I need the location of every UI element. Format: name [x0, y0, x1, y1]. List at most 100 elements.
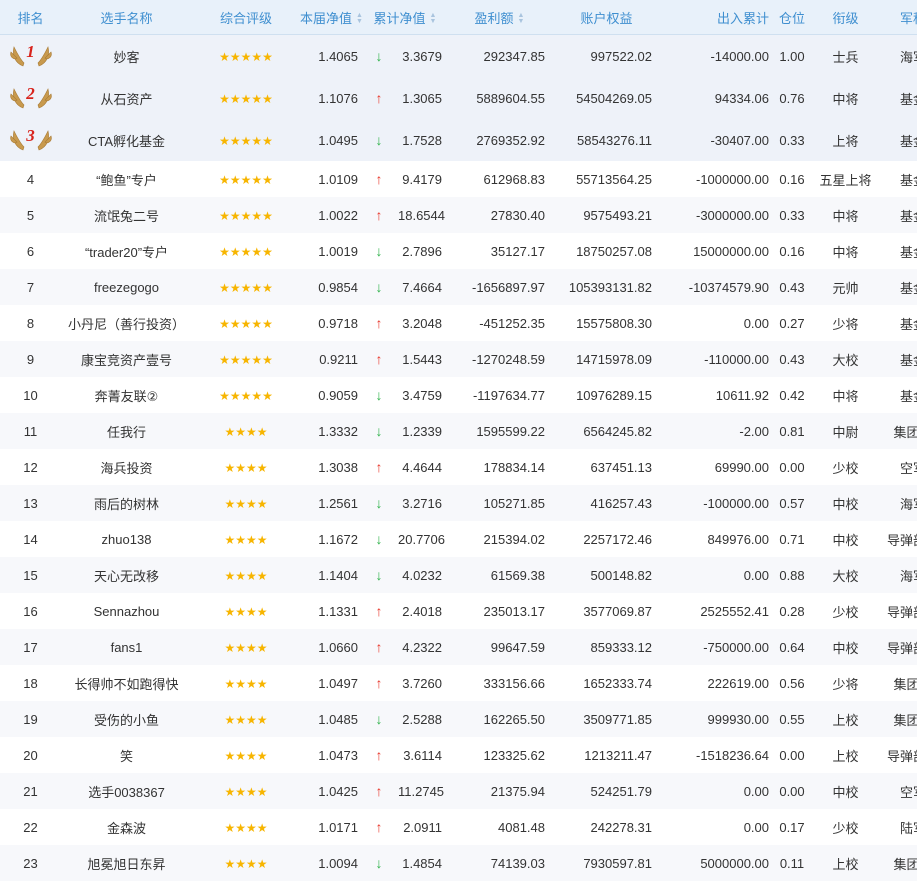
- rank-cell: 13: [0, 485, 61, 521]
- cum-nav-cell: ↑3.7260: [360, 665, 450, 701]
- arrow-up-icon: ↑: [360, 459, 398, 475]
- player-name[interactable]: 任我行: [107, 425, 146, 440]
- position-value: 0.42: [779, 388, 804, 403]
- rating-cell: ★★★★: [192, 593, 300, 629]
- inout-cell: 0.00: [664, 773, 775, 809]
- equity-cell: 15575808.30: [549, 305, 664, 341]
- player-name-cell[interactable]: CTA孵化基金: [61, 119, 192, 161]
- arrow-up-icon: ↑: [360, 783, 398, 799]
- equity-cell: 3509771.85: [549, 701, 664, 737]
- cum-nav-value: 9.4179: [398, 172, 442, 187]
- inout-value: -14000.00: [710, 49, 769, 64]
- player-name-cell[interactable]: Sennazhou: [61, 593, 192, 629]
- player-name[interactable]: zhuo138: [102, 532, 152, 547]
- profit-cell: -1270248.59: [450, 341, 549, 377]
- player-name[interactable]: 旭冕旭日东昇: [87, 857, 165, 872]
- nav-cell: 1.0019: [300, 233, 360, 269]
- player-name[interactable]: 从石资产: [100, 92, 152, 107]
- player-name[interactable]: 选手0038367: [88, 785, 165, 800]
- equity-cell: 242278.31: [549, 809, 664, 845]
- nav-value: 0.9211: [319, 352, 358, 367]
- inout-cell: -110000.00: [664, 341, 775, 377]
- player-name[interactable]: 流氓兔二号: [94, 209, 159, 224]
- player-name[interactable]: 海兵投资: [100, 461, 152, 476]
- player-name-cell[interactable]: 康宝竞资产壹号: [61, 341, 192, 377]
- title-cell: 中校: [809, 629, 882, 665]
- table-row: 23旭冕旭日东昇★★★★1.0094↓1.485474139.037930597…: [0, 845, 917, 881]
- player-name[interactable]: freezegogo: [94, 280, 159, 295]
- player-name[interactable]: CTA孵化基金: [88, 134, 165, 149]
- player-name-cell[interactable]: “鲍鱼”专户: [61, 161, 192, 197]
- inout-value: -10374579.90: [689, 280, 769, 295]
- player-name[interactable]: 笑: [120, 749, 133, 764]
- table-row: 15天心无改移★★★★1.1404↓4.023261569.38500148.8…: [0, 557, 917, 593]
- player-name[interactable]: fans1: [111, 640, 143, 655]
- player-name[interactable]: 天心无改移: [94, 569, 159, 584]
- player-name[interactable]: 雨后的树林: [94, 497, 159, 512]
- profit-cell: 123325.62: [450, 737, 549, 773]
- player-name-cell[interactable]: 长得帅不如跑得快: [61, 665, 192, 701]
- player-name[interactable]: 康宝竞资产壹号: [81, 353, 172, 368]
- position-cell: 0.00: [775, 449, 809, 485]
- player-name-cell[interactable]: 金森波: [61, 809, 192, 845]
- profit-value: 292347.85: [484, 49, 545, 64]
- player-name[interactable]: Sennazhou: [94, 604, 160, 619]
- player-name[interactable]: 奔菁友联②: [95, 389, 159, 404]
- header-profit-sort[interactable]: 盈利额▲▼: [450, 0, 549, 35]
- title-cell: 五星上将: [809, 161, 882, 197]
- equity-cell: 997522.02: [549, 35, 664, 78]
- profit-value: -1656897.97: [472, 280, 545, 295]
- player-name-cell[interactable]: 天心无改移: [61, 557, 192, 593]
- player-name-cell[interactable]: fans1: [61, 629, 192, 665]
- player-name[interactable]: 长得帅不如跑得快: [74, 677, 178, 692]
- equity-value: 10976289.15: [576, 388, 652, 403]
- rank-number: 22: [23, 820, 37, 835]
- branch-value: 陆军: [900, 821, 917, 836]
- cum-nav-value: 4.0232: [398, 568, 442, 583]
- player-name-cell[interactable]: 海兵投资: [61, 449, 192, 485]
- player-name-cell[interactable]: 笑: [61, 737, 192, 773]
- player-name-cell[interactable]: 小丹尼（善行投资）: [61, 305, 192, 341]
- header-nav-sort[interactable]: 本届净值▲▼: [300, 0, 360, 35]
- equity-value: 7930597.81: [583, 856, 652, 871]
- player-name-cell[interactable]: 受伤的小鱼: [61, 701, 192, 737]
- rank-number: 4: [27, 172, 34, 187]
- rating-cell: ★★★★: [192, 665, 300, 701]
- player-name[interactable]: “鲍鱼”专户: [96, 173, 157, 188]
- cum-nav-value: 2.7896: [398, 244, 442, 259]
- inout-cell: -2.00: [664, 413, 775, 449]
- player-name-cell[interactable]: zhuo138: [61, 521, 192, 557]
- star-rating-icon: ★★★★★: [219, 353, 273, 367]
- player-name-cell[interactable]: “trader20”专户: [61, 233, 192, 269]
- player-name-cell[interactable]: freezegogo: [61, 269, 192, 305]
- player-name-cell[interactable]: 从石资产: [61, 77, 192, 119]
- player-name[interactable]: 金森波: [107, 821, 146, 836]
- profit-cell: 612968.83: [450, 161, 549, 197]
- player-name[interactable]: 受伤的小鱼: [94, 713, 159, 728]
- player-name[interactable]: “trader20”专户: [85, 245, 168, 260]
- player-name-cell[interactable]: 选手0038367: [61, 773, 192, 809]
- star-rating-icon: ★★★★: [224, 749, 267, 763]
- inout-cell: 10611.92: [664, 377, 775, 413]
- star-rating-icon: ★★★★: [224, 857, 267, 871]
- player-name-cell[interactable]: 流氓兔二号: [61, 197, 192, 233]
- position-value: 0.16: [779, 244, 804, 259]
- player-name-cell[interactable]: 雨后的树林: [61, 485, 192, 521]
- cum-nav-value: 4.4644: [398, 460, 442, 475]
- arrow-up-icon: ↑: [360, 639, 398, 655]
- equity-cell: 55713564.25: [549, 161, 664, 197]
- branch-cell: 集团军: [882, 845, 917, 881]
- player-name-cell[interactable]: 奔菁友联②: [61, 377, 192, 413]
- player-name[interactable]: 小丹尼（善行投资）: [68, 317, 185, 332]
- position-cell: 0.64: [775, 629, 809, 665]
- nav-cell: 1.0485: [300, 701, 360, 737]
- header-cum-nav-sort[interactable]: 累计净值▲▼: [360, 0, 450, 35]
- player-name-cell[interactable]: 旭冕旭日东昇: [61, 845, 192, 881]
- star-rating-icon: ★★★★: [224, 569, 267, 583]
- arrow-up-icon: ↑: [360, 207, 398, 223]
- player-name[interactable]: 妙客: [113, 50, 139, 65]
- nav-value: 1.0109: [318, 172, 358, 187]
- position-value: 0.11: [780, 856, 804, 871]
- player-name-cell[interactable]: 妙客: [61, 35, 192, 78]
- player-name-cell[interactable]: 任我行: [61, 413, 192, 449]
